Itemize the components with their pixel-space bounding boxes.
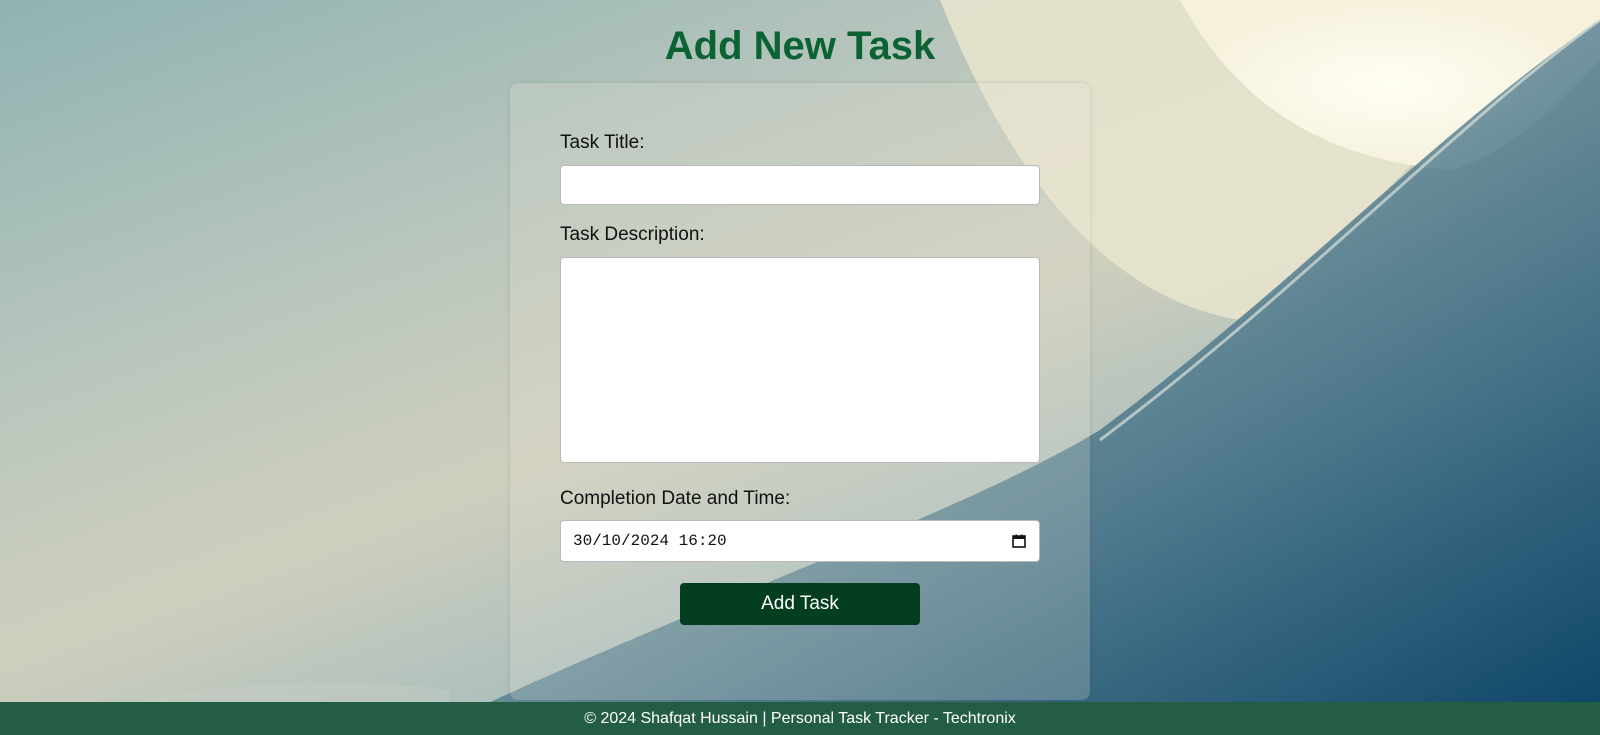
footer: © 2024 Shafqat Hussain | Personal Task T… [0, 702, 1600, 735]
page: Add New Task Task Title: Task Descriptio… [0, 0, 1600, 735]
calendar-icon[interactable] [1011, 533, 1027, 549]
task-title-input[interactable] [560, 165, 1040, 205]
task-description-label: Task Description: [560, 224, 705, 245]
footer-text: © 2024 Shafqat Hussain | Personal Task T… [584, 709, 1016, 727]
completion-datetime-label: Completion Date and Time: [560, 488, 791, 509]
add-task-form: Task Title: Task Description: Completion… [510, 83, 1090, 700]
task-title-label: Task Title: [560, 132, 645, 153]
completion-datetime-value: 30/10/2024 16:20 [573, 532, 727, 550]
completion-datetime-input[interactable]: 30/10/2024 16:20 [560, 520, 1040, 562]
page-title: Add New Task [664, 24, 936, 68]
task-description-textarea[interactable] [560, 257, 1040, 463]
add-task-button[interactable]: Add Task [680, 583, 920, 625]
